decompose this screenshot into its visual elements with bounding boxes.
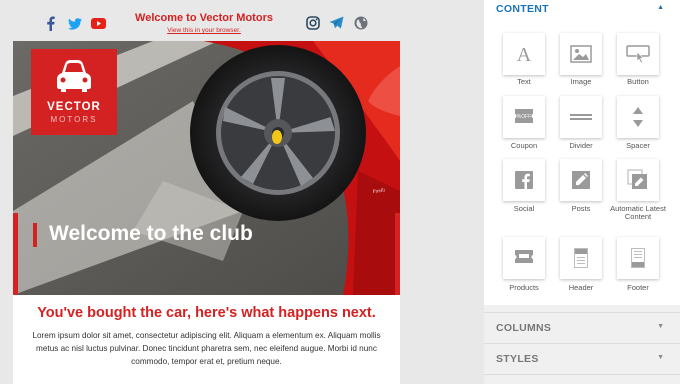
hero-red-accent-left xyxy=(13,213,18,295)
twitter-icon[interactable] xyxy=(67,16,82,31)
logo-line-1: VECTOR xyxy=(47,101,101,113)
block-label: Footer xyxy=(627,283,649,292)
social-links-right xyxy=(305,15,368,30)
coupon-block[interactable]: %OFF xyxy=(503,96,545,138)
block-label: Header xyxy=(568,283,594,292)
header-icon xyxy=(574,248,588,268)
block-label: Text xyxy=(517,77,531,86)
globe-icon[interactable] xyxy=(353,15,368,30)
columns-section-title: COLUMNS xyxy=(496,322,552,334)
section-divider xyxy=(484,343,680,344)
image-block[interactable] xyxy=(560,33,602,75)
social-icon xyxy=(515,171,533,189)
hero-banner: Pirelli VECTOR MOTORS Welcome to the clu… xyxy=(13,41,400,295)
telegram-icon[interactable] xyxy=(329,15,344,30)
section-divider xyxy=(484,374,680,375)
block-label: Button xyxy=(627,77,649,86)
chevron-down-icon: ▼ xyxy=(657,323,664,330)
email-preview: Welcome to Vector Motors View this in yo… xyxy=(0,0,484,384)
text-block[interactable]: A xyxy=(503,33,545,75)
image-icon xyxy=(570,45,592,63)
block-label: Divider xyxy=(569,141,593,150)
spacer-block[interactable] xyxy=(617,96,659,138)
chevron-down-icon: ▼ xyxy=(657,354,664,361)
divider-block[interactable] xyxy=(560,96,602,138)
block-label: Coupon xyxy=(510,141,538,150)
text-icon: A xyxy=(517,44,532,65)
content-section-title: CONTENT xyxy=(496,3,549,15)
social-block[interactable] xyxy=(503,159,545,201)
car-icon xyxy=(57,60,91,92)
automatic-latest-content-block[interactable] xyxy=(617,159,659,201)
section-divider xyxy=(484,312,680,313)
social-links-left xyxy=(43,16,106,31)
editor-side-panel: CONTENT ▲ A Text Image Button %OFF Coupo… xyxy=(484,0,680,384)
header-block[interactable] xyxy=(560,237,602,279)
spacer-icon xyxy=(633,107,643,127)
headline-accent-bar xyxy=(33,223,37,247)
automatic-latest-content-icon xyxy=(627,169,647,189)
posts-icon xyxy=(572,171,590,189)
styles-section-title: STYLES xyxy=(496,353,539,365)
content-section-header[interactable]: CONTENT ▲ xyxy=(484,0,680,22)
content-blocks-grid: A Text Image Button %OFF Coupon Divider … xyxy=(484,22,680,305)
block-label: Automatic Latest Content xyxy=(610,204,666,221)
svg-text:A: A xyxy=(517,44,532,65)
svg-text:%OFF: %OFF xyxy=(517,114,531,120)
styles-section-header[interactable]: STYLES ▼ xyxy=(484,350,680,372)
divider-icon xyxy=(570,114,592,120)
view-in-browser-link[interactable]: View this in your browser. xyxy=(119,27,289,34)
email-body: You've bought the car, here's what happe… xyxy=(13,295,400,384)
footer-icon xyxy=(631,248,645,268)
button-icon xyxy=(626,45,650,64)
body-heading[interactable]: You've bought the car, here's what happe… xyxy=(13,305,400,321)
youtube-icon[interactable] xyxy=(91,16,106,31)
facebook-icon[interactable] xyxy=(43,16,58,31)
footer-block[interactable] xyxy=(617,237,659,279)
logo-line-2: MOTORS xyxy=(50,115,98,124)
hero-red-accent-right xyxy=(395,213,400,295)
instagram-icon[interactable] xyxy=(305,15,320,30)
columns-section-header[interactable]: COLUMNS ▼ xyxy=(484,319,680,341)
block-label: Spacer xyxy=(626,141,650,150)
block-label: Posts xyxy=(571,204,591,213)
block-label: Image xyxy=(570,77,592,86)
posts-block[interactable] xyxy=(560,159,602,201)
chevron-up-icon: ▲ xyxy=(657,4,664,11)
hero-headline[interactable]: Welcome to the club xyxy=(49,222,253,246)
coupon-icon: %OFF xyxy=(515,109,533,123)
products-block[interactable] xyxy=(503,237,545,279)
vector-motors-logo: VECTOR MOTORS xyxy=(31,49,117,135)
email-top-bar: Welcome to Vector Motors View this in yo… xyxy=(13,0,400,40)
block-label: Social xyxy=(513,204,535,213)
button-block[interactable] xyxy=(617,33,659,75)
products-icon xyxy=(515,250,533,263)
email-title: Welcome to Vector Motors xyxy=(135,12,273,24)
body-text[interactable]: Lorem ipsum dolor sit amet, consectetur … xyxy=(23,329,390,368)
block-label: Products xyxy=(509,283,539,292)
